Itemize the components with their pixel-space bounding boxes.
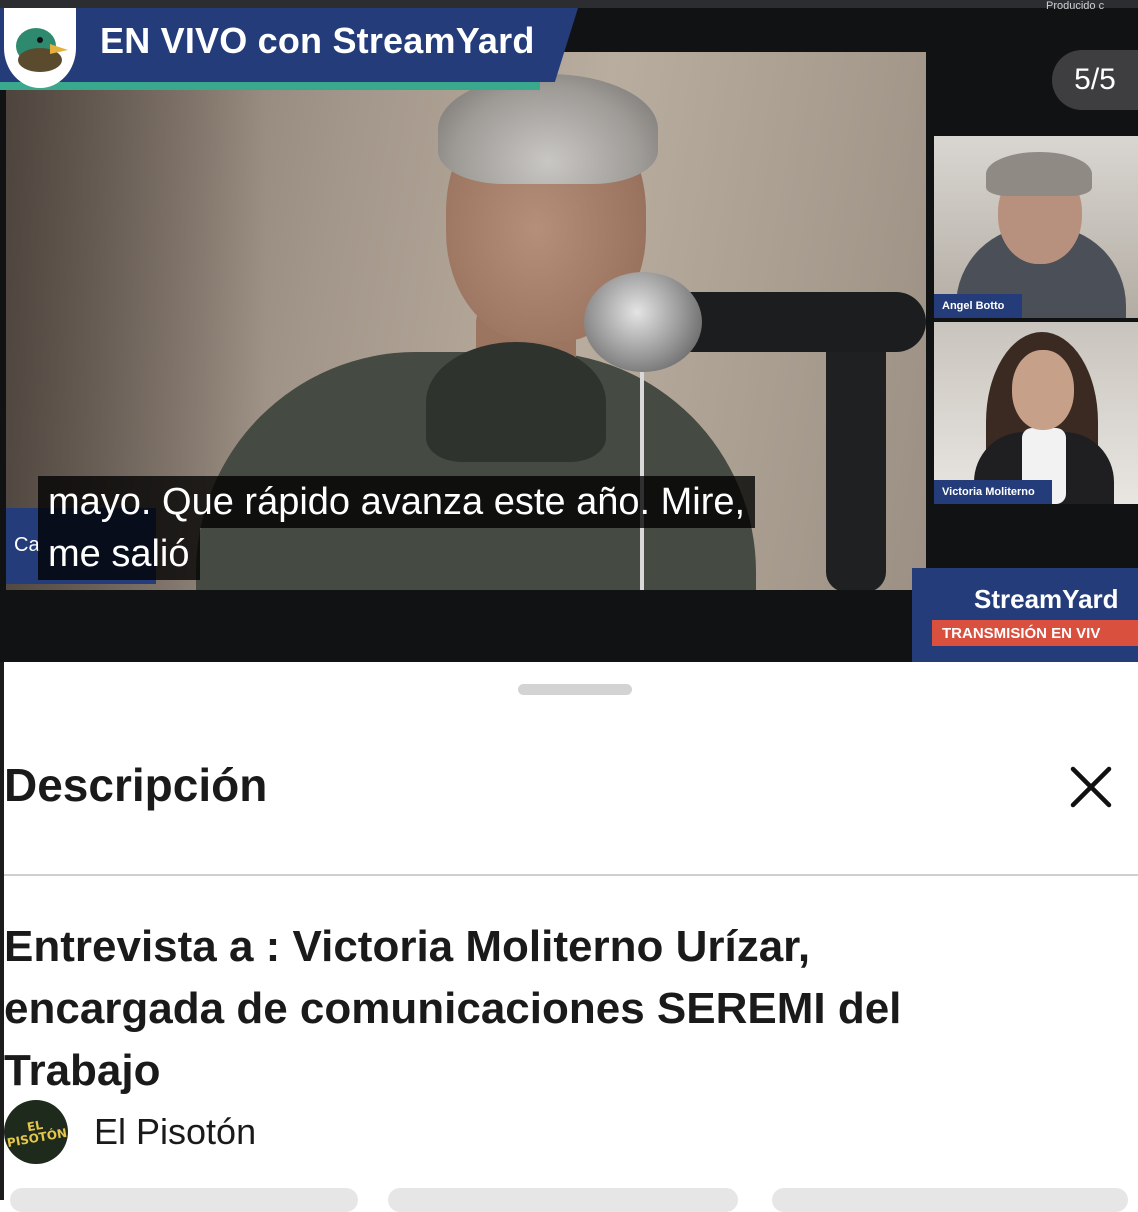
channel-avatar[interactable]: EL PISOTÓN [4, 1100, 68, 1164]
sheet-drag-handle[interactable] [518, 684, 632, 695]
video-headline: Entrevista a : Victoria Moliterno Urízar… [4, 916, 1114, 1102]
host-collar [426, 342, 606, 462]
channel-avatar-logo: EL PISOTÓN [6, 1117, 68, 1151]
microphone [584, 272, 702, 372]
guest-name-label: Victoria Moliterno [934, 480, 1052, 504]
host-hair [438, 74, 658, 184]
caption-line: mayo. Que rápido avanza este año. Mire, [38, 476, 756, 528]
guest-name-label: Angel Botto [934, 294, 1022, 318]
live-badge: TRANSMISIÓN EN VIV [932, 620, 1138, 646]
live-banner-title: EN VIVO con StreamYard [100, 20, 535, 61]
close-button[interactable] [1060, 756, 1122, 818]
channel-name[interactable]: El Pisotón [94, 1111, 256, 1153]
action-chip[interactable] [10, 1188, 358, 1212]
guest-cap [986, 152, 1092, 196]
headline-line: Entrevista a : Victoria Moliterno Urízar… [4, 922, 811, 971]
action-chip[interactable] [388, 1188, 738, 1212]
live-banner-stripe [0, 82, 540, 90]
caption-line: me salió [38, 528, 200, 580]
action-chip[interactable] [772, 1188, 1128, 1212]
streamyard-corner: StreamYard TRANSMISIÓN EN VIV [912, 568, 1138, 662]
page-counter: 5/5 [1052, 50, 1138, 110]
headline-line: Trabajo [4, 1046, 161, 1095]
guest-tile-angel: Angel Botto [934, 136, 1138, 318]
headline-line: encargada de comunicaciones SEREMI del [4, 984, 902, 1033]
close-icon [1070, 766, 1112, 808]
guest-tile-victoria: Victoria Moliterno [934, 322, 1138, 504]
duck-logo-icon [4, 8, 76, 88]
producer-credit: Producido c [1046, 0, 1105, 12]
video-player[interactable]: EN VIVO con StreamYard Producido c 5/5 A… [0, 0, 1138, 662]
streamyard-brand: StreamYard [974, 584, 1119, 614]
divider [4, 874, 1138, 876]
guest-head [1012, 350, 1074, 430]
mic-pole [826, 332, 886, 590]
sheet-title: Descripción [4, 759, 268, 811]
channel-row[interactable]: EL PISOTÓN El Pisotón [4, 1100, 256, 1164]
video-top-bar [0, 0, 1138, 8]
